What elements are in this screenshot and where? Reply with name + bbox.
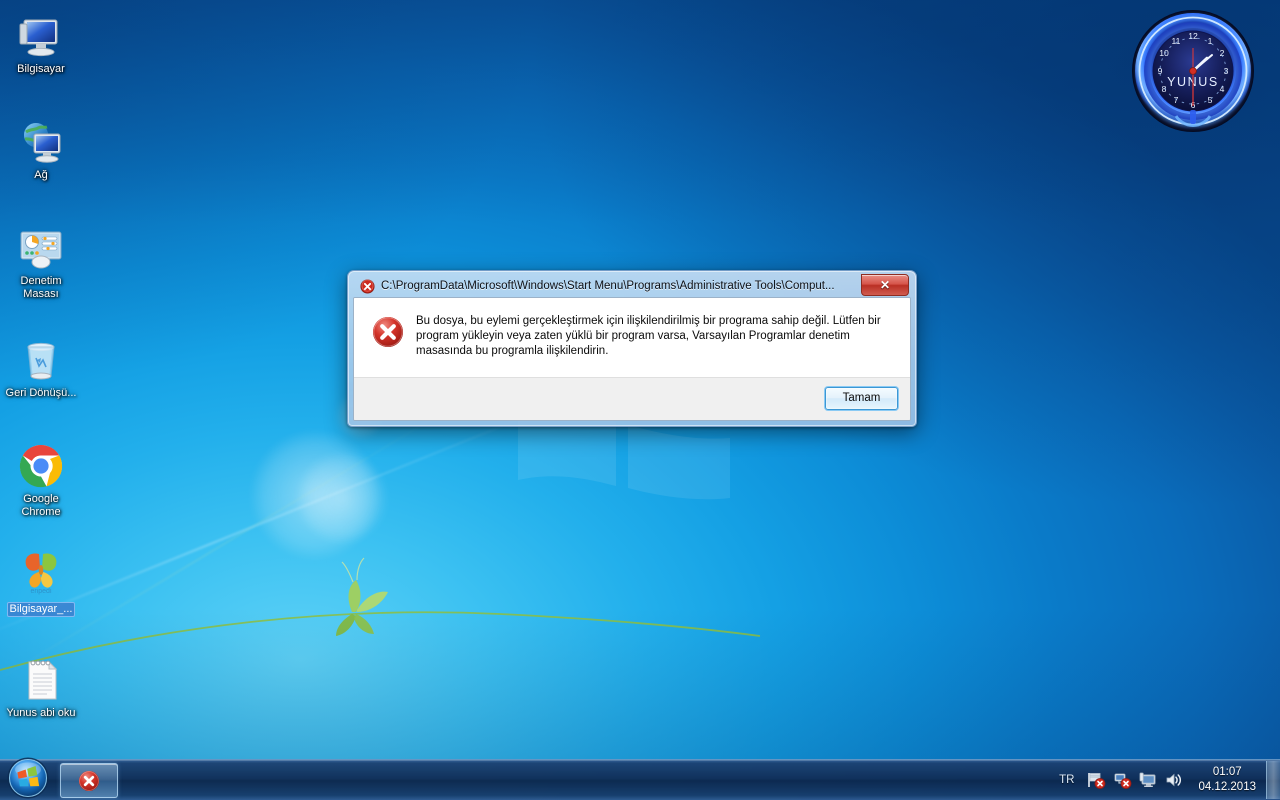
action-center-flag-icon[interactable] <box>1086 770 1106 790</box>
computer-icon <box>17 12 65 60</box>
dialog-titlebar[interactable]: C:\ProgramData\Microsoft\Windows\Start M… <box>353 274 911 297</box>
clock-date: 04.12.2013 <box>1198 781 1256 793</box>
system-tray: TR 01:07 04.12.2013 <box>1059 760 1280 800</box>
taskbar-button-error-dialog[interactable] <box>60 763 118 798</box>
error-icon <box>79 770 99 791</box>
desktop-icon-bilgisayar-file[interactable]: enpedi Bilgisayar_... <box>4 548 78 617</box>
error-icon <box>360 278 375 294</box>
dialog-client-area: Bu dosya, bu eylemi gerçekleştirmek için… <box>353 297 911 421</box>
enpedi-butterfly-icon: enpedi <box>17 548 65 596</box>
svg-text:1: 1 <box>1208 36 1213 46</box>
taskbar: TR 01:07 04.12.2013 <box>0 756 1280 800</box>
desktop-icon-label: Ağ <box>34 169 48 181</box>
svg-text:7: 7 <box>1174 95 1179 105</box>
dialog-body: Bu dosya, bu eylemi gerçekleştirmek için… <box>354 298 910 377</box>
display-monitor-icon[interactable] <box>1138 770 1158 790</box>
dialog-footer: Tamam <box>354 377 910 420</box>
text-file-icon <box>17 656 65 704</box>
desktop-screen: Bilgisayar Ağ Denetim Masası Geri Dönüşü… <box>0 0 1280 800</box>
desktop-icon-label: Geri Dönüşü... <box>5 387 77 399</box>
desktop-icon-google-chrome[interactable]: Google Chrome <box>4 442 78 519</box>
language-indicator[interactable]: TR <box>1059 774 1074 786</box>
start-button[interactable] <box>2 756 54 800</box>
svg-text:2: 2 <box>1220 48 1225 58</box>
network-icon[interactable] <box>1112 770 1132 790</box>
control-panel-icon <box>17 224 65 272</box>
desktop-icon-geri-donusum-kutusu[interactable]: Geri Dönüşü... <box>4 336 78 400</box>
svg-text:4: 4 <box>1220 84 1225 94</box>
taskbar-clock[interactable]: 01:07 04.12.2013 <box>1198 765 1256 795</box>
desktop-icon-label: Bilgisayar <box>17 63 65 75</box>
taskbar-buttons <box>60 763 118 798</box>
dialog-message: Bu dosya, bu eylemi gerçekleştirmek için… <box>416 315 881 357</box>
desktop-icon-label: Denetim Masası <box>20 275 62 300</box>
desktop-icon-yunus-abi-oku[interactable]: Yunus abi oku <box>4 656 78 720</box>
dialog-title: C:\ProgramData\Microsoft\Windows\Start M… <box>381 280 835 292</box>
svg-text:11: 11 <box>1172 36 1181 46</box>
error-icon <box>373 317 403 347</box>
error-dialog: C:\ProgramData\Microsoft\Windows\Start M… <box>347 270 917 427</box>
network-icon <box>17 118 65 166</box>
volume-speaker-icon[interactable] <box>1164 770 1184 790</box>
desktop-icon-label: Bilgisayar_... <box>6 602 76 617</box>
desktop-icon-ag[interactable]: Ağ <box>4 118 78 182</box>
recycle-bin-icon <box>17 336 65 384</box>
desktop-icon-label: Google Chrome <box>21 493 61 518</box>
clock-gadget[interactable]: 12 1 2 3 4 5 6 7 8 9 10 11 YUNUS <box>1130 8 1256 134</box>
show-desktop-button[interactable] <box>1266 761 1280 799</box>
svg-text:enpedi: enpedi <box>30 588 51 595</box>
svg-text:12: 12 <box>1188 31 1198 41</box>
close-icon: ✕ <box>879 278 891 292</box>
svg-text:10: 10 <box>1159 48 1169 58</box>
google-chrome-icon <box>17 442 65 490</box>
ok-button[interactable]: Tamam <box>825 387 898 410</box>
desktop-icon-bilgisayar[interactable]: Bilgisayar <box>4 12 78 76</box>
clock-time: 01:07 <box>1212 766 1242 778</box>
close-button[interactable]: ✕ <box>861 274 909 296</box>
desktop-icon-denetim-masasi[interactable]: Denetim Masası <box>4 224 78 301</box>
desktop-icon-label: Yunus abi oku <box>6 707 76 719</box>
svg-text:5: 5 <box>1208 95 1213 105</box>
